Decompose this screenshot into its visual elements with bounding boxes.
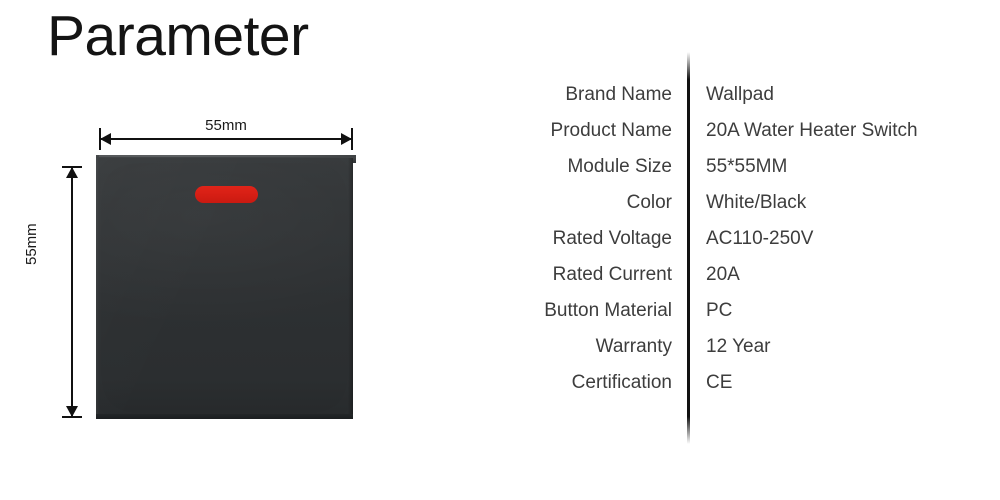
red-indicator-light [195, 186, 258, 203]
parameter-page: Parameter 55mm 55mm Brand Name Wallpad Pro… [0, 0, 1000, 500]
switch-right-edge [348, 158, 353, 418]
spec-label: Certification [571, 372, 672, 393]
width-dimension-line [99, 138, 353, 140]
spec-label: Brand Name [565, 84, 672, 105]
spec-label: Color [626, 192, 672, 213]
spec-label: Rated Voltage [552, 228, 672, 249]
spec-value: White/Black [706, 192, 807, 213]
spec-value: 12 Year [706, 336, 771, 357]
spec-row: Brand Name Wallpad [480, 84, 1000, 120]
switch-top-highlight [99, 155, 356, 157]
height-dimension-line [71, 166, 73, 416]
switch-left-edge [96, 158, 99, 418]
spec-label: Module Size [567, 156, 672, 177]
spec-row: Product Name 20A Water Heater Switch [480, 120, 1000, 156]
spec-value: 55*55MM [706, 156, 788, 177]
height-arrow-down-icon [66, 406, 78, 417]
spec-label: Warranty [595, 336, 672, 357]
spec-row: Color White/Black [480, 192, 1000, 228]
height-arrow-up-icon [66, 167, 78, 178]
spec-value: PC [706, 300, 733, 321]
switch-bottom-edge [96, 414, 353, 419]
spec-value: 20A Water Heater Switch [706, 120, 918, 141]
spec-row: Warranty 12 Year [480, 336, 1000, 372]
spec-label: Rated Current [552, 264, 672, 285]
spec-table-rows: Brand Name Wallpad Product Name 20A Water H… [480, 84, 1000, 408]
height-dimension-label: 55mm [23, 223, 40, 265]
spec-label: Product Name [550, 120, 672, 141]
product-figure: 55mm 55mm [0, 0, 480, 500]
spec-row: Module Size 55*55MM [480, 156, 1000, 192]
spec-value: CE [706, 372, 733, 393]
spec-row: Rated Current 20A [480, 264, 1000, 300]
width-arrow-left-icon [100, 133, 111, 145]
spec-value: AC110-250V [706, 228, 814, 249]
spec-row: Rated Voltage AC110-250V [480, 228, 1000, 264]
spec-row: Button Material PC [480, 300, 1000, 336]
spec-label: Button Material [544, 300, 672, 321]
spec-value: Wallpad [706, 84, 774, 105]
spec-row: Certification CE [480, 372, 1000, 408]
spec-value: 20A [706, 264, 740, 285]
width-arrow-right-icon [341, 133, 352, 145]
specification-table: Brand Name Wallpad Product Name 20A Water H… [480, 0, 1000, 500]
width-dimension-label: 55mm [205, 117, 247, 134]
